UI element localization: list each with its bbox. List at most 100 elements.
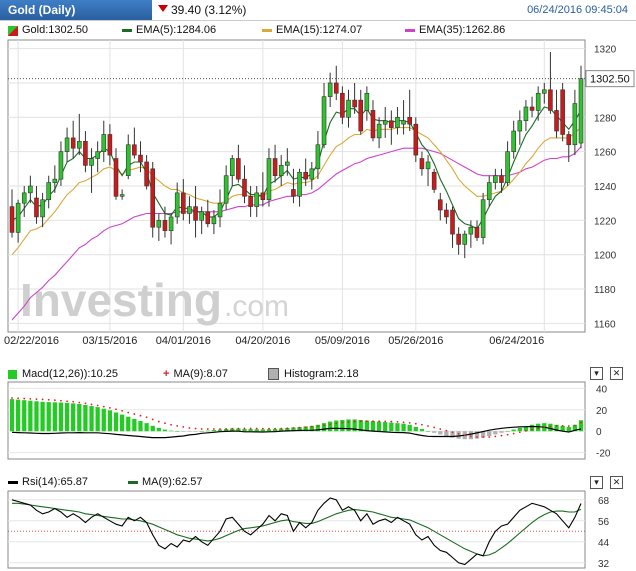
- candle: [242, 178, 247, 197]
- signal-point: [537, 427, 540, 430]
- candle: [144, 161, 149, 187]
- candle: [370, 110, 376, 139]
- signal-point: [555, 425, 558, 427]
- candle: [254, 192, 260, 207]
- price-chart[interactable]: 11601180120012201240126012801300132002/2…: [0, 38, 636, 350]
- signal-point: [194, 427, 197, 430]
- macd-bar: [40, 401, 45, 432]
- candle: [95, 151, 100, 159]
- signal-point: [200, 428, 203, 430]
- macd-bar: [321, 423, 327, 432]
- rsi-y-tick-label: 32: [598, 559, 610, 570]
- signal-point: [151, 418, 154, 421]
- macd-bar: [34, 401, 39, 432]
- macd-bar: [254, 429, 259, 432]
- macd-bar: [77, 403, 82, 432]
- expand-rsi-button[interactable]: ▾: [590, 476, 603, 489]
- signal-point: [482, 436, 485, 439]
- macd-bar: [181, 431, 186, 432]
- candle: [236, 158, 241, 180]
- signal-point: [182, 426, 185, 428]
- macd-bar: [28, 400, 33, 432]
- candle: [309, 168, 315, 180]
- candle: [437, 199, 443, 211]
- x-tick-label: 03/15/2016: [82, 335, 137, 347]
- candle: [511, 130, 516, 152]
- candle-legend-icon: [8, 26, 18, 36]
- candle: [297, 171, 302, 197]
- candle: [46, 182, 51, 201]
- macd-bar: [205, 430, 210, 432]
- signal-point: [47, 398, 50, 401]
- macd-bar: [389, 422, 394, 432]
- macd-bar: [260, 429, 265, 432]
- signal-point: [310, 425, 313, 428]
- macd-bar: [456, 431, 461, 439]
- macd-bar: [187, 431, 192, 432]
- macd-bar: [248, 429, 253, 432]
- close-rsi-button[interactable]: ✕: [610, 476, 623, 489]
- candle: [248, 196, 253, 207]
- candle: [327, 82, 333, 97]
- candle: [15, 202, 21, 233]
- signal-point: [115, 408, 117, 411]
- macd-bar: [370, 421, 376, 432]
- y-tick-label: 1240: [594, 182, 617, 193]
- down-arrow-icon: [158, 5, 168, 12]
- close-macd-button[interactable]: ✕: [610, 367, 623, 380]
- signal-point: [494, 435, 497, 438]
- signal-point: [145, 416, 148, 419]
- candle: [52, 178, 58, 183]
- candle: [303, 171, 308, 180]
- candle: [486, 182, 492, 201]
- price-change: 39.40 (3.12%): [171, 3, 247, 17]
- signal-point: [139, 414, 142, 417]
- signal-point: [353, 420, 356, 423]
- signal-point: [359, 420, 362, 423]
- signal-point: [23, 397, 26, 400]
- y-tick-label: 1280: [594, 113, 617, 124]
- macd-bar: [71, 403, 76, 432]
- candle: [101, 134, 107, 152]
- macd-bar: [328, 421, 333, 432]
- legend-rsi: Rsi(14):65.87: [8, 476, 88, 488]
- macd-bar: [438, 431, 443, 435]
- candle: [480, 199, 486, 238]
- candle: [493, 175, 498, 183]
- signal-point: [390, 420, 393, 423]
- signal-point: [53, 399, 56, 402]
- watermark-brand: Investing: [20, 274, 222, 326]
- x-tick-label: 05/09/2016: [315, 335, 370, 347]
- rsi-chart[interactable]: 32 44 56 68: [0, 490, 636, 570]
- signal-point: [463, 434, 466, 437]
- expand-button[interactable]: ▾: [590, 367, 603, 380]
- legend-macd: Macd(12,26)):10.25: [8, 368, 118, 380]
- candle: [444, 209, 449, 218]
- macd-bar: [89, 406, 94, 432]
- y-tick-label: 1200: [594, 251, 617, 262]
- candle: [28, 185, 33, 194]
- signal-point: [518, 431, 521, 434]
- signal-point: [164, 422, 166, 425]
- candle: [217, 202, 223, 218]
- macd-bar: [46, 402, 51, 432]
- signal-point: [231, 427, 234, 430]
- signal-point: [451, 431, 454, 434]
- signal-point: [580, 421, 582, 424]
- signal-point: [421, 423, 423, 426]
- signal-point: [90, 403, 93, 406]
- macd-bar: [144, 423, 149, 432]
- candle: [419, 158, 425, 170]
- legend-rsi-ma: MA(9):62.57: [128, 476, 203, 488]
- macd-bar: [119, 414, 125, 432]
- signal-point: [378, 420, 380, 423]
- signal-point: [439, 428, 442, 430]
- candle: [407, 116, 412, 125]
- macd-bar: [407, 424, 412, 432]
- signal-point: [127, 411, 130, 414]
- signal-point: [157, 420, 160, 423]
- signal-point: [476, 436, 478, 438]
- candle: [205, 211, 211, 225]
- candle: [34, 197, 39, 218]
- macd-chart[interactable]: -20 0 20 40: [0, 381, 636, 461]
